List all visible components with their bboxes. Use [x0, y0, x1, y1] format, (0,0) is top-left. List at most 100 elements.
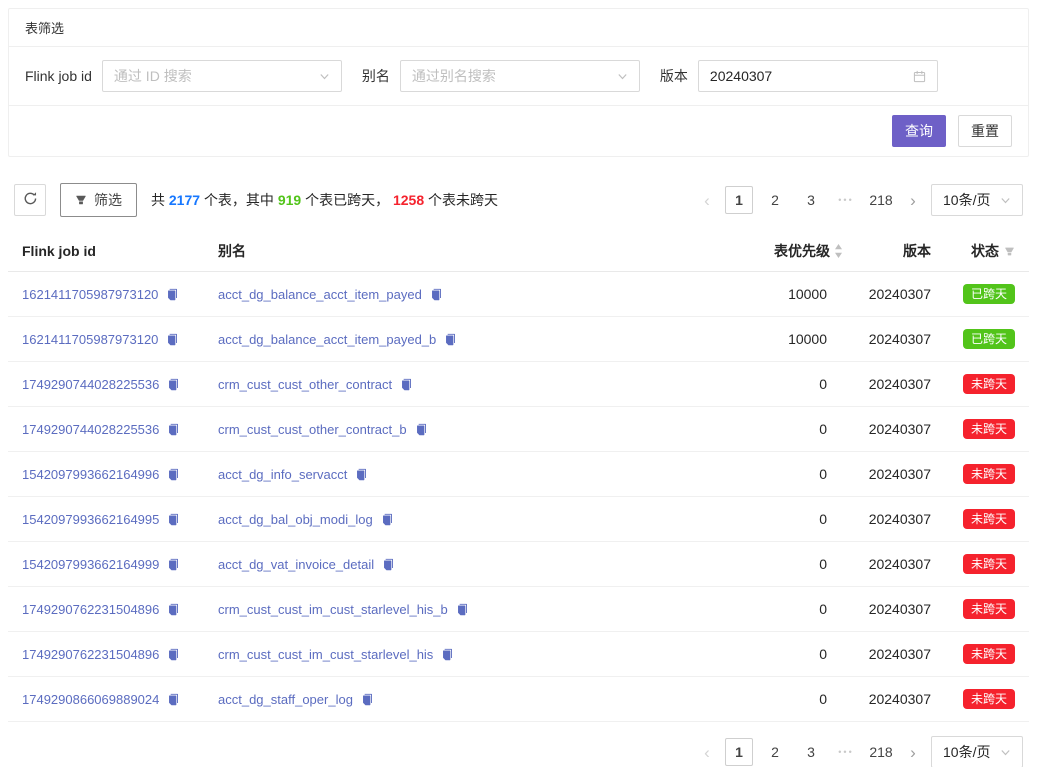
column-header-status[interactable]: 状态	[937, 241, 1029, 261]
table-row: 1542097993662164995 acct_dg_bal_obj_modi…	[8, 497, 1029, 542]
status-cell: 已跨天	[937, 329, 1029, 349]
page-button-1[interactable]: 1	[725, 186, 753, 214]
query-button[interactable]: 查询	[892, 115, 946, 147]
page-button-last[interactable]: 218	[867, 738, 895, 766]
status-cell: 未跨天	[937, 419, 1029, 439]
flink-job-id-link[interactable]: 1749290744028225536	[22, 422, 159, 437]
copy-icon[interactable]	[441, 648, 454, 661]
priority-value: 0	[701, 511, 851, 527]
alias-link[interactable]: crm_cust_cust_other_contract_b	[218, 422, 407, 437]
chevron-down-icon	[319, 71, 330, 82]
column-filter-icon[interactable]	[1004, 246, 1015, 257]
next-page-button[interactable]: ›	[903, 186, 923, 214]
copy-icon[interactable]	[444, 333, 457, 346]
alias-cell: acct_dg_info_servacct	[204, 467, 701, 482]
priority-value: 0	[701, 376, 851, 392]
flink-job-id-link[interactable]: 1621411705987973120	[22, 332, 158, 347]
column-header-status-label: 状态	[971, 241, 999, 261]
status-cell: 未跨天	[937, 644, 1029, 664]
flink-job-id-link[interactable]: 1542097993662164995	[22, 512, 159, 527]
column-header-priority[interactable]: 表优先级	[701, 241, 851, 261]
refresh-button[interactable]	[14, 184, 46, 216]
copy-icon[interactable]	[167, 693, 180, 706]
copy-icon[interactable]	[167, 423, 180, 436]
next-page-button[interactable]: ›	[903, 738, 923, 766]
alias-link[interactable]: crm_cust_cust_im_cust_starlevel_his	[218, 647, 433, 662]
copy-icon[interactable]	[166, 333, 179, 346]
copy-icon[interactable]	[167, 603, 180, 616]
copy-icon[interactable]	[167, 378, 180, 391]
page-button-3[interactable]: 3	[797, 738, 825, 766]
version-value: 20240307	[851, 376, 937, 392]
flink-job-id-link[interactable]: 1749290866069889024	[22, 692, 159, 707]
status-cell: 未跨天	[937, 464, 1029, 484]
filter-button[interactable]: 筛选	[60, 183, 137, 217]
flink-job-id-link[interactable]: 1749290762231504896	[22, 602, 159, 617]
table-header: Flink job id 别名 表优先级 版本 状态	[8, 231, 1029, 272]
reset-button[interactable]: 重置	[958, 115, 1012, 147]
prev-page-button[interactable]: ‹	[697, 738, 717, 766]
alias-link[interactable]: acct_dg_staff_oper_log	[218, 692, 353, 707]
alias-link[interactable]: acct_dg_vat_invoice_detail	[218, 557, 374, 572]
table-row: 1749290762231504896 crm_cust_cust_im_cus…	[8, 587, 1029, 632]
alias-link[interactable]: acct_dg_balance_acct_item_payed	[218, 287, 422, 302]
flink-job-id-link[interactable]: 1749290744028225536	[22, 377, 159, 392]
page-button-1[interactable]: 1	[725, 738, 753, 766]
flink-job-id-cell: 1542097993662164995	[8, 512, 204, 527]
page-button-last[interactable]: 218	[867, 186, 895, 214]
calendar-icon	[913, 70, 926, 83]
alias-cell: crm_cust_cust_im_cust_starlevel_his	[204, 647, 701, 662]
alias-link[interactable]: acct_dg_info_servacct	[218, 467, 347, 482]
column-header-alias[interactable]: 别名	[204, 241, 701, 261]
flink-job-id-link[interactable]: 1749290762231504896	[22, 647, 159, 662]
summary-mid1: 个表，其中	[204, 192, 278, 208]
alias-link[interactable]: acct_dg_bal_obj_modi_log	[218, 512, 373, 527]
alias-link[interactable]: crm_cust_cust_im_cust_starlevel_his_b	[218, 602, 448, 617]
refresh-icon	[23, 191, 38, 209]
page-size-select[interactable]: 10条/页	[931, 184, 1023, 216]
copy-icon[interactable]	[361, 693, 374, 706]
copy-icon[interactable]	[400, 378, 413, 391]
table-toolbar: 筛选 共 2177 个表，其中 919 个表已跨天， 1258 个表未跨天 ‹ …	[8, 183, 1029, 217]
flink-job-id-placeholder: 通过 ID 搜索	[114, 66, 192, 86]
column-header-flink-job-id[interactable]: Flink job id	[8, 243, 204, 259]
copy-icon[interactable]	[430, 288, 443, 301]
status-cell: 已跨天	[937, 284, 1029, 304]
copy-icon[interactable]	[415, 423, 428, 436]
page-button-2[interactable]: 2	[761, 738, 789, 766]
page-button-3[interactable]: 3	[797, 186, 825, 214]
pagination-ellipsis[interactable]: •••	[833, 195, 859, 205]
copy-icon[interactable]	[382, 558, 395, 571]
alias-select[interactable]: 通过别名搜索	[400, 60, 640, 92]
sort-icon[interactable]	[834, 244, 843, 258]
prev-page-button[interactable]: ‹	[697, 186, 717, 214]
copy-icon[interactable]	[167, 558, 180, 571]
flink-job-id-label: Flink job id	[25, 68, 92, 84]
page-button-2[interactable]: 2	[761, 186, 789, 214]
copy-icon[interactable]	[456, 603, 469, 616]
copy-icon[interactable]	[167, 513, 180, 526]
pagination-ellipsis[interactable]: •••	[833, 747, 859, 757]
version-value: 20240307	[851, 691, 937, 707]
copy-icon[interactable]	[355, 468, 368, 481]
pagination-bottom: ‹ 1 2 3 ••• 218 › 10条/页	[697, 736, 1023, 767]
page-size-select[interactable]: 10条/页	[931, 736, 1023, 767]
alias-link[interactable]: acct_dg_balance_acct_item_payed_b	[218, 332, 436, 347]
flink-job-id-cell: 1749290866069889024	[8, 692, 204, 707]
flink-job-id-link[interactable]: 1542097993662164999	[22, 557, 159, 572]
copy-icon[interactable]	[167, 468, 180, 481]
status-cell: 未跨天	[937, 554, 1029, 574]
status-badge: 已跨天	[963, 329, 1015, 349]
flink-job-id-link[interactable]: 1621411705987973120	[22, 287, 158, 302]
alias-link[interactable]: crm_cust_cust_other_contract	[218, 377, 392, 392]
alias-cell: acct_dg_bal_obj_modi_log	[204, 512, 701, 527]
flink-job-id-cell: 1542097993662164999	[8, 557, 204, 572]
table-row: 1749290762231504896 crm_cust_cust_im_cus…	[8, 632, 1029, 677]
priority-value: 0	[701, 466, 851, 482]
copy-icon[interactable]	[166, 288, 179, 301]
flink-job-id-select[interactable]: 通过 ID 搜索	[102, 60, 342, 92]
copy-icon[interactable]	[381, 513, 394, 526]
flink-job-id-link[interactable]: 1542097993662164996	[22, 467, 159, 482]
version-date-input[interactable]: 20240307	[698, 60, 938, 92]
copy-icon[interactable]	[167, 648, 180, 661]
